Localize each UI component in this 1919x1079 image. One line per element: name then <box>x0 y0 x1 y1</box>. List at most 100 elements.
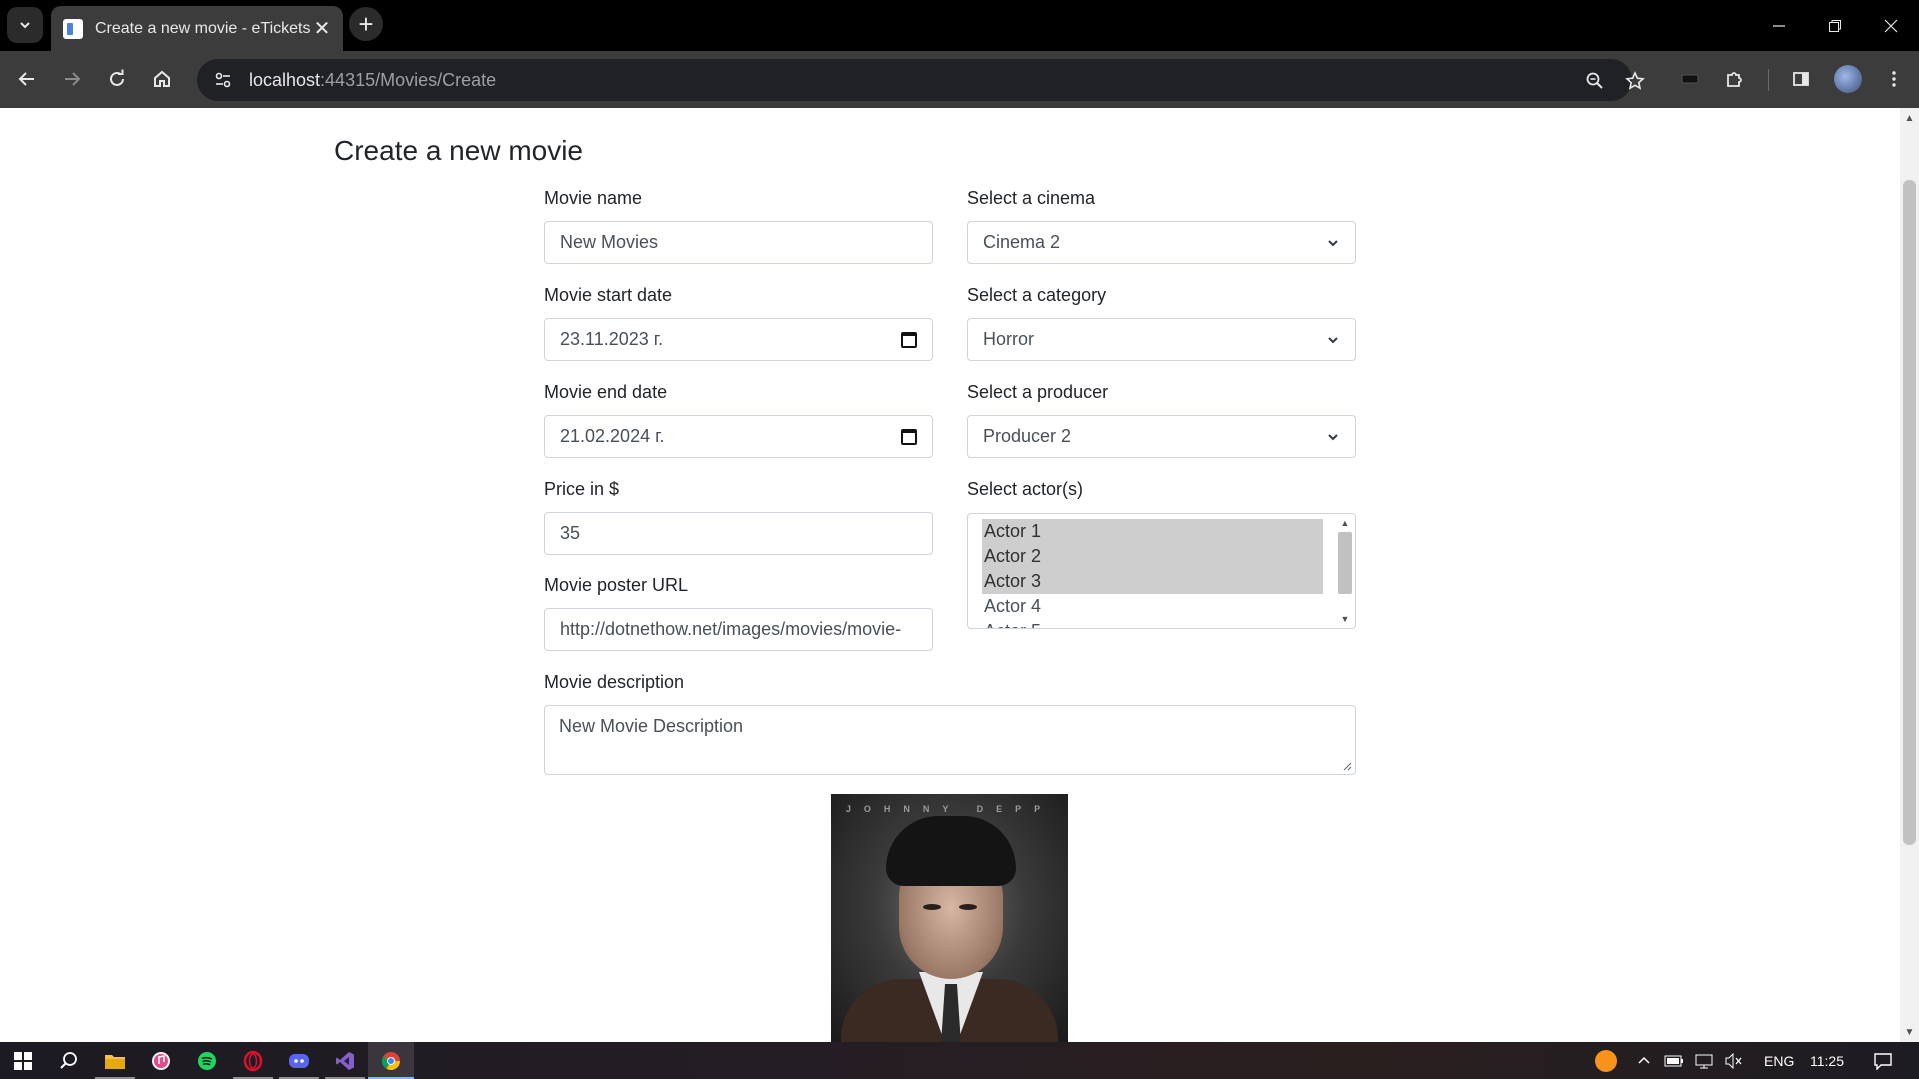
bookmark-star-icon[interactable] <box>1621 67 1649 95</box>
taskbar-spotify[interactable] <box>184 1042 230 1079</box>
category-selected-value: Horror <box>983 329 1035 349</box>
arrow-left-icon <box>18 72 34 86</box>
restore-icon <box>1829 19 1841 32</box>
zoom-icon[interactable] <box>1581 67 1609 95</box>
battery-indicator[interactable] <box>1659 1042 1689 1079</box>
tab-search-button[interactable] <box>7 7 43 43</box>
cinema-label: Select a cinema <box>967 188 1096 208</box>
calendar-icon[interactable] <box>901 331 917 348</box>
actor-option-3[interactable]: Actor 3 <box>982 569 1323 594</box>
notifications-button[interactable] <box>1860 1042 1906 1079</box>
poster-hair <box>886 816 1016 886</box>
site-info-icon[interactable] <box>213 70 233 90</box>
category-label: Select a category <box>967 285 1107 305</box>
description-textarea[interactable]: New Movie Description <box>544 705 1356 775</box>
start-button[interactable] <box>0 1042 46 1079</box>
browser-tab-active[interactable]: Create a new movie - eTickets ✕ <box>51 6 343 51</box>
opera-icon <box>243 1050 263 1071</box>
toolbar-divider <box>1768 69 1769 91</box>
taskbar-itunes[interactable] <box>138 1042 184 1079</box>
address-bar[interactable]: localhost:44315/Movies/Create <box>197 59 1645 101</box>
taskbar-visual-studio[interactable] <box>322 1042 368 1079</box>
page-scrollbar[interactable]: ▲ ▼ <box>1900 108 1919 1042</box>
calendar-icon[interactable] <box>901 428 917 445</box>
browser-menu-button[interactable] <box>1876 61 1912 97</box>
page-content: Create a new movie Movie name New Movies… <box>0 108 1900 1042</box>
url-path: :44315/Movies/Create <box>320 69 497 90</box>
reload-icon <box>110 69 124 86</box>
document-icon <box>63 18 83 39</box>
resize-grip-icon[interactable] <box>1342 761 1352 771</box>
extension-button[interactable] <box>1672 61 1708 97</box>
description-label: Movie description <box>544 672 685 692</box>
keyboard-icon <box>1681 74 1699 84</box>
forward-button[interactable] <box>54 61 90 97</box>
close-tab-icon[interactable]: ✕ <box>311 18 333 40</box>
home-button[interactable] <box>144 61 180 97</box>
windows-logo-icon <box>14 1051 32 1070</box>
extensions-menu-button[interactable] <box>1717 61 1753 97</box>
actors-label: Select actor(s) <box>967 479 1084 499</box>
tab-strip: Create a new movie - eTickets ✕ + <box>0 0 1919 51</box>
taskbar-chrome[interactable] <box>368 1042 414 1079</box>
cinema-select[interactable]: Cinema 2 <box>967 221 1356 264</box>
discord-icon <box>289 1053 309 1068</box>
movie-name-input[interactable]: New Movies <box>544 221 933 264</box>
price-input[interactable]: 35 <box>544 512 933 555</box>
page-title: Create a new movie <box>334 135 584 166</box>
taskbar-opera[interactable] <box>230 1042 276 1079</box>
scroll-up-icon[interactable]: ▲ <box>1900 110 1919 126</box>
end-date-input[interactable]: 21.02.2024 г. <box>544 415 933 458</box>
chevron-up-icon <box>1638 1056 1650 1064</box>
close-icon <box>1884 19 1898 32</box>
poster-eye-right <box>959 904 977 910</box>
start-date-value: 23.11.2023 г. <box>560 329 664 349</box>
chevron-down-icon <box>1328 433 1338 440</box>
clock[interactable]: 11:25 <box>1810 1042 1844 1079</box>
start-date-input[interactable]: 23.11.2023 г. <box>544 318 933 361</box>
close-window-button[interactable] <box>1863 0 1919 51</box>
network-indicator[interactable] <box>1689 1042 1719 1079</box>
restore-button[interactable] <box>1807 0 1863 51</box>
taskbar-discord[interactable] <box>276 1042 322 1079</box>
scroll-up-icon[interactable]: ▲ <box>1335 516 1355 530</box>
new-tab-button[interactable]: + <box>349 7 383 41</box>
volume-indicator[interactable] <box>1719 1042 1749 1079</box>
tray-app-icon[interactable] <box>1583 1042 1629 1079</box>
chevron-down-icon <box>1328 239 1338 246</box>
listbox-scroll-thumb[interactable] <box>1338 532 1352 594</box>
reload-button[interactable] <box>99 61 135 97</box>
actor-option-5[interactable]: Actor 5 <box>982 619 1323 628</box>
minimize-icon <box>1773 24 1785 27</box>
windows-taskbar: ENG 11:25 <box>0 1042 1919 1079</box>
movie-poster-preview: JOHNNY DEPP <box>831 794 1068 1042</box>
page-scroll-thumb[interactable] <box>1903 180 1916 845</box>
actors-multiselect[interactable]: Actor 1 Actor 2 Actor 3 Actor 4 Actor 5 … <box>967 513 1356 629</box>
back-button[interactable] <box>9 61 45 97</box>
poster-url-input[interactable]: http://dotnethow.net/images/movies/movie… <box>544 608 933 651</box>
visual-studio-icon <box>336 1051 354 1070</box>
end-date-label: Movie end date <box>544 382 668 402</box>
side-panel-button[interactable] <box>1783 61 1819 97</box>
movie-name-value: New Movies <box>560 232 659 252</box>
actor-option-4[interactable]: Actor 4 <box>982 594 1323 619</box>
search-button[interactable] <box>46 1042 92 1079</box>
end-date-value: 21.02.2024 г. <box>560 426 665 446</box>
tray-overflow-button[interactable] <box>1629 1042 1659 1079</box>
actor-option-1[interactable]: Actor 1 <box>982 519 1323 544</box>
cinema-selected-value: Cinema 2 <box>983 232 1061 252</box>
network-icon <box>1695 1054 1713 1068</box>
listbox-scrollbar[interactable]: ▲ ▼ <box>1335 514 1355 628</box>
price-label: Price in $ <box>544 479 620 499</box>
folder-icon <box>105 1054 125 1069</box>
actor-option-2[interactable]: Actor 2 <box>982 544 1323 569</box>
input-language[interactable]: ENG <box>1764 1042 1794 1079</box>
scroll-down-icon[interactable]: ▼ <box>1335 612 1355 626</box>
minimize-button[interactable] <box>1751 0 1807 51</box>
profile-avatar[interactable] <box>1834 65 1862 93</box>
taskbar-file-explorer[interactable] <box>92 1042 138 1079</box>
scroll-down-icon[interactable]: ▼ <box>1900 1024 1919 1040</box>
producer-select[interactable]: Producer 2 <box>967 415 1356 458</box>
browser-toolbar: localhost:44315/Movies/Create <box>0 51 1919 108</box>
category-select[interactable]: Horror <box>967 318 1356 361</box>
